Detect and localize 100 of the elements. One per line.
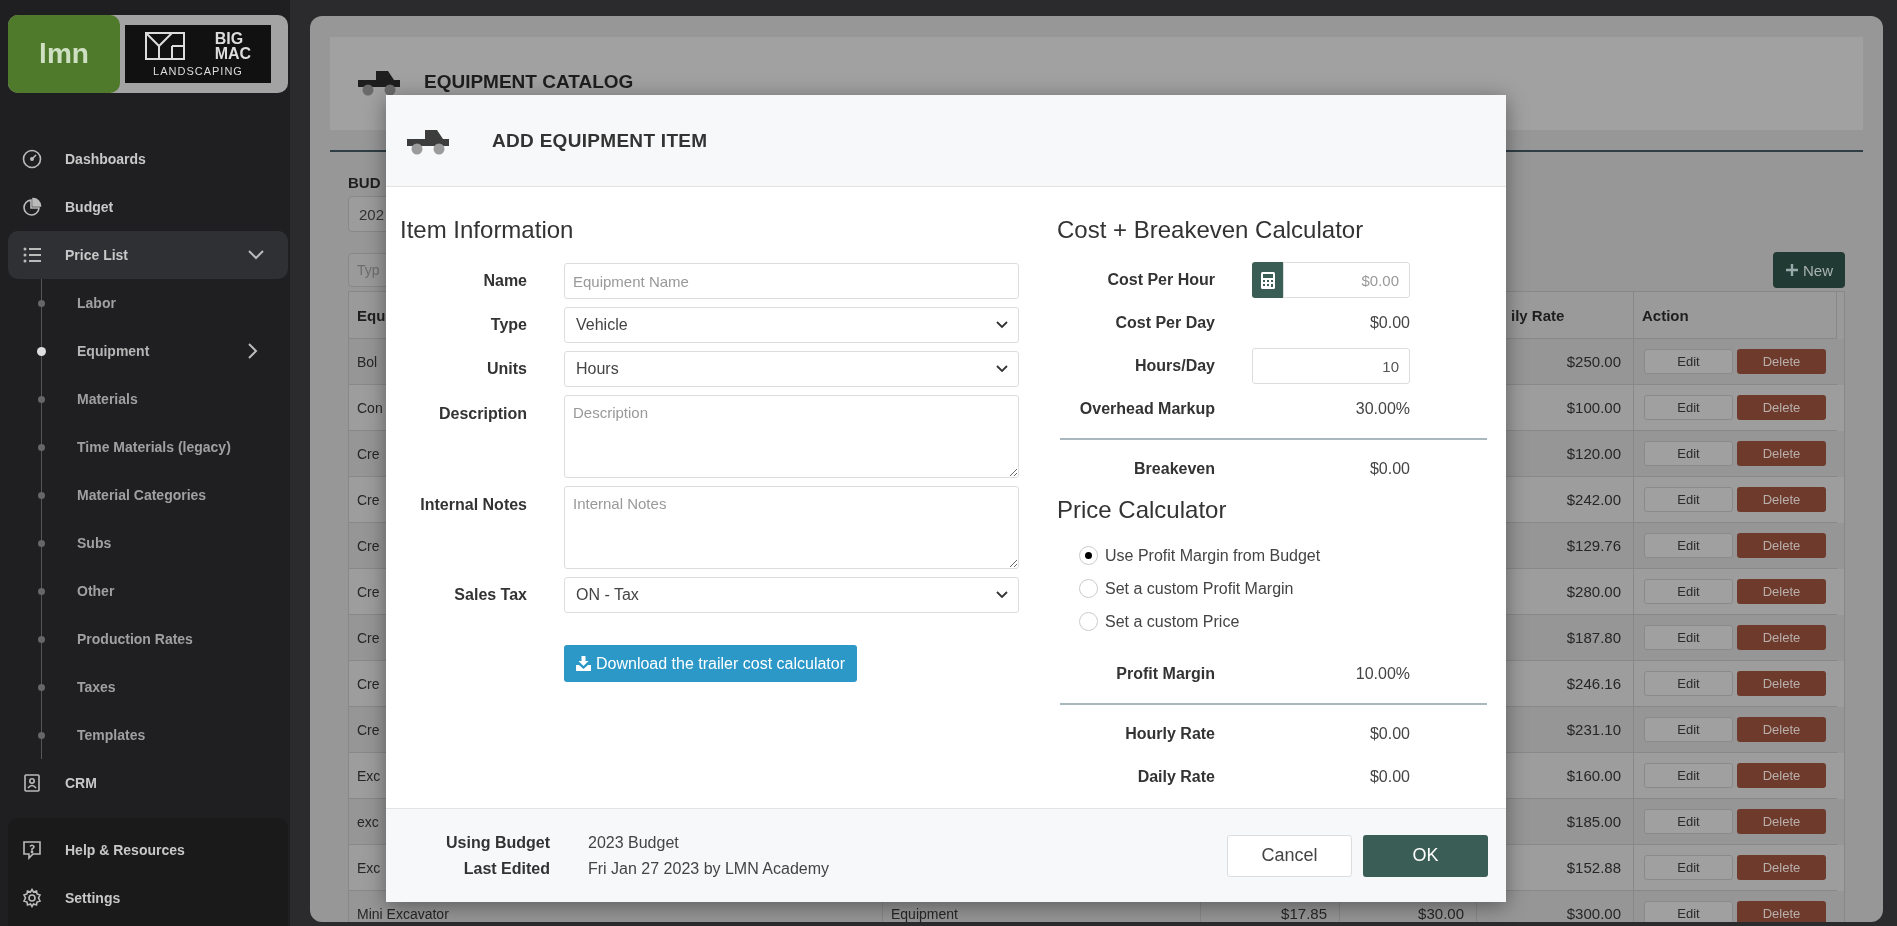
value-text: $0.00 bbox=[1368, 460, 1410, 478]
nav-item[interactable]: Dashboards bbox=[8, 135, 288, 183]
help-icon bbox=[22, 840, 42, 860]
edit-button[interactable]: Edit bbox=[1644, 579, 1733, 604]
nav-item[interactable]: CRM bbox=[8, 759, 288, 807]
edit-button[interactable]: Edit bbox=[1644, 625, 1733, 650]
delete-button[interactable]: Delete bbox=[1737, 349, 1826, 374]
chevron-down-icon bbox=[996, 591, 1008, 599]
nav-item[interactable]: Budget bbox=[8, 183, 288, 231]
select-field[interactable]: Hours bbox=[564, 351, 1019, 387]
new-button[interactable]: New bbox=[1773, 252, 1845, 288]
calculator-button[interactable] bbox=[1252, 262, 1283, 298]
settings-icon bbox=[22, 888, 42, 908]
download-icon bbox=[576, 656, 591, 671]
edit-button[interactable]: Edit bbox=[1644, 395, 1733, 420]
value-text: 10.00% bbox=[1354, 665, 1410, 683]
modal-title: ADD EQUIPMENT ITEM bbox=[492, 129, 708, 152]
submenu-item[interactable]: Taxes bbox=[38, 663, 288, 711]
value-text: $0.00 bbox=[1368, 725, 1410, 743]
edit-button[interactable]: Edit bbox=[1644, 855, 1733, 880]
budget-label: BUD bbox=[348, 174, 382, 192]
edit-button[interactable]: Edit bbox=[1644, 487, 1733, 512]
delete-button[interactable]: Delete bbox=[1737, 809, 1826, 834]
brand-mark-icon bbox=[144, 32, 185, 60]
chevron-down-icon bbox=[248, 250, 264, 260]
download-button[interactable]: Download the trailer cost calculator bbox=[564, 645, 857, 682]
submenu-item[interactable]: Equipment bbox=[38, 327, 288, 375]
list-icon bbox=[22, 245, 42, 265]
gauge-icon bbox=[22, 149, 42, 169]
field-label: Sales Tax bbox=[453, 586, 527, 604]
field-label: Name bbox=[482, 272, 527, 290]
select-field[interactable]: Vehicle bbox=[564, 307, 1019, 343]
submenu-item[interactable]: Material Categories bbox=[38, 471, 288, 519]
field-label: Internal Notes bbox=[419, 495, 527, 514]
nav-item[interactable]: Help & Resources bbox=[8, 826, 288, 874]
edit-button[interactable]: Edit bbox=[1644, 533, 1733, 558]
delete-button[interactable]: Delete bbox=[1737, 441, 1826, 466]
edit-button[interactable]: Edit bbox=[1644, 901, 1733, 922]
field-label: Description bbox=[438, 404, 527, 423]
ok-button[interactable]: OK bbox=[1363, 834, 1488, 877]
select-field[interactable]: ON - Tax bbox=[564, 577, 1019, 613]
edit-button[interactable]: Edit bbox=[1644, 809, 1733, 834]
field-label: Units bbox=[486, 360, 527, 378]
section-title: Cost + Breakeven Calculator bbox=[1057, 215, 1365, 245]
edit-button[interactable]: Edit bbox=[1644, 763, 1733, 788]
field-label: Profit Margin bbox=[1115, 664, 1215, 684]
edit-button[interactable]: Edit bbox=[1644, 349, 1733, 374]
delete-button[interactable]: Delete bbox=[1737, 487, 1826, 512]
delete-button[interactable]: Delete bbox=[1737, 625, 1826, 650]
page-title: EQUIPMENT CATALOG bbox=[424, 71, 634, 93]
edit-button[interactable]: Edit bbox=[1644, 717, 1733, 742]
value-text: 30.00% bbox=[1354, 400, 1410, 418]
plus-icon bbox=[1785, 263, 1799, 277]
delete-button[interactable]: Delete bbox=[1737, 395, 1826, 420]
text-area[interactable]: Internal Notes bbox=[564, 486, 1019, 569]
delete-button[interactable]: Delete bbox=[1737, 579, 1826, 604]
delete-button[interactable]: Delete bbox=[1737, 671, 1826, 696]
chevron-down-icon bbox=[996, 321, 1008, 329]
submenu-item[interactable]: Time Materials (legacy) bbox=[38, 423, 288, 471]
chevron-down-icon bbox=[996, 365, 1008, 373]
field-label: Cost Per Hour bbox=[1106, 270, 1215, 290]
input-field[interactable]: $0.00 bbox=[1283, 262, 1410, 298]
input-field[interactable]: Equipment Name bbox=[564, 263, 1019, 299]
edit-button[interactable]: Edit bbox=[1644, 441, 1733, 466]
section-title: Price Calculator bbox=[1057, 495, 1228, 525]
calculator-icon bbox=[1260, 271, 1275, 289]
edit-button[interactable]: Edit bbox=[1644, 671, 1733, 696]
delete-button[interactable]: Delete bbox=[1737, 717, 1826, 742]
field-label: Hourly Rate bbox=[1124, 724, 1215, 744]
field-label: Breakeven bbox=[1133, 459, 1215, 479]
contact-card-icon bbox=[22, 773, 42, 793]
field-label: Cost Per Day bbox=[1114, 313, 1215, 333]
pie-chart-icon bbox=[22, 197, 42, 217]
delete-button[interactable]: Delete bbox=[1737, 855, 1826, 880]
info-value: Fri Jan 27 2023 by LMN Academy bbox=[588, 859, 829, 878]
value-text: $0.00 bbox=[1368, 314, 1410, 332]
field-label: Type bbox=[489, 316, 527, 334]
cancel-button[interactable]: Cancel bbox=[1227, 834, 1352, 877]
field-label: Daily Rate bbox=[1136, 767, 1215, 787]
nav-item[interactable]: Price List bbox=[8, 231, 288, 279]
delete-button[interactable]: Delete bbox=[1737, 763, 1826, 788]
brand-tagline: LANDSCAPING bbox=[153, 65, 243, 77]
brand-name: MAC bbox=[214, 46, 252, 61]
text-area[interactable]: Description bbox=[564, 395, 1019, 478]
delete-button[interactable]: Delete bbox=[1737, 901, 1826, 922]
submenu-item[interactable]: Materials bbox=[38, 375, 288, 423]
input-field[interactable]: 10 bbox=[1252, 348, 1410, 384]
delete-button[interactable]: Delete bbox=[1737, 533, 1826, 558]
brand-name: BIG bbox=[214, 31, 245, 46]
nav-item[interactable]: Settings bbox=[8, 874, 288, 922]
field-label: Hours/Day bbox=[1133, 356, 1215, 376]
submenu-item[interactable]: Production Rates bbox=[38, 615, 288, 663]
section-title: Item Information bbox=[400, 215, 575, 245]
submenu-item[interactable]: Templates bbox=[38, 711, 288, 759]
chevron-right-icon bbox=[248, 343, 258, 359]
submenu-item[interactable]: Subs bbox=[38, 519, 288, 567]
info-label: Last Edited bbox=[462, 859, 550, 878]
field-label: Overhead Markup bbox=[1078, 399, 1215, 419]
submenu-item[interactable]: Other bbox=[38, 567, 288, 615]
submenu-item[interactable]: Labor bbox=[38, 279, 288, 327]
